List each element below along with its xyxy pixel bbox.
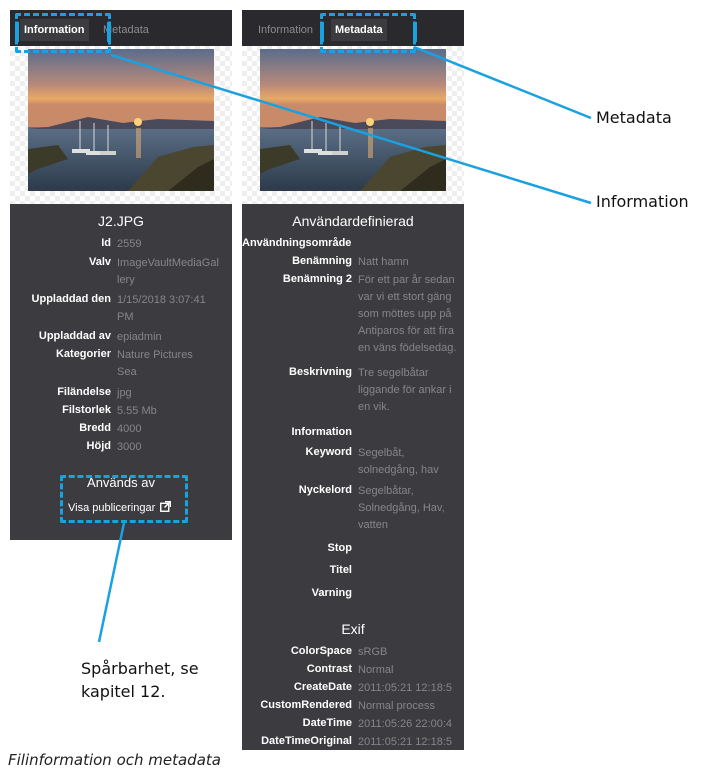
createdate-label: CreateDate [293,681,352,693]
annotation-sparbarhet-line2: kapitel 12. [81,682,166,701]
colorspace-label: ColorSpace [290,645,352,657]
colorspace-value: sRGB [358,646,388,658]
bredd-value: 4000 [117,423,142,435]
datetimeoriginal-value: 2011:05:21 12:18:5 [358,736,452,748]
contrast-label: Contrast [306,663,352,675]
varning-label: Varning [311,587,352,599]
benamning-2-value: För ett par år sedan var vi ett stort gä… [358,274,457,354]
sunset-thumbnail[interactable] [28,49,214,191]
titel-label: Titel [329,564,352,576]
customrendered-value: Normal process [358,700,436,712]
callout-marker [15,22,19,42]
figure-caption: Filinformation och metadata [8,751,221,769]
keyword-label: Keyword [305,446,352,458]
metadata-tab-callout [320,13,416,53]
filandelse-label: Filändelse [57,386,111,398]
contrast-value: Normal [358,664,394,676]
callout-marker [320,22,324,42]
sunset-thumbnail[interactable] [260,49,446,191]
filstorlek-value: 5.55 Mb [117,405,157,417]
beskrivning-label: Beskrivning [289,366,352,378]
thumbnail-frame [242,46,464,204]
tab-information[interactable]: Information [254,19,317,41]
benamning-label: Benämning [292,255,352,267]
annotation-sparbarhet-line1: Spårbarhet, se [81,659,199,678]
valv-label: Valv [88,256,111,268]
kategorier-value: Nature Pictures Sea [117,349,193,378]
hojd-label: Höjd [86,440,111,452]
id-label: Id [101,237,111,249]
datetime-value: 2011:05:26 22:00:4 [358,718,452,730]
valv-value: ImageVaultMediaGal lery [117,257,219,286]
file-title: J2.JPG [98,213,144,229]
uppladdad-av-value: epiadmin [117,331,162,343]
section-exif: Exif [341,621,365,637]
annotation-information: Information [596,192,689,211]
bredd-label: Bredd [79,422,111,434]
filstorlek-label: Filstorlek [62,404,111,416]
datetime-label: DateTime [302,717,352,729]
hojd-value: 3000 [117,441,142,453]
stop-label: Stop [327,542,352,554]
nyckelord-value: Segelbåtar, Solnedgång, Hav, vatten [358,485,445,531]
anvandningsomrade-label: Användningsområde [242,237,352,249]
uppladdad-av-label: Uppladdad av [38,330,111,342]
beskrivning-value: Tre segelbåtar liggande för ankar i en v… [358,367,452,413]
section-anvandardefinierad: Användardefinierad [292,213,414,229]
uppladdad-den-value: 1/15/2018 3:07:41 PM [117,294,206,323]
information-tab-callout [15,13,111,53]
thumbnail-frame [10,46,232,204]
id-value: 2559 [117,238,142,250]
metadata-panel: Information Metadata Användardefinierad … [242,10,464,750]
kategorier-label: Kategorier [55,348,111,360]
callout-marker [107,22,111,42]
benamning-value: Natt hamn [358,256,409,268]
uppladdad-den-label: Uppladdad den [31,293,111,305]
info-panel: Information Metadata J2.JPG Id 2559 Valv… [10,10,232,540]
nyckelord-label: Nyckelord [298,484,352,496]
anvands-av-callout [60,475,188,523]
filandelse-value: jpg [117,387,132,399]
annotation-metadata: Metadata [596,108,672,127]
createdate-value: 2011:05:21 12:18:5 [358,682,452,694]
datetimeoriginal-label: DateTimeOriginal [261,735,352,747]
customrendered-label: CustomRendered [260,699,352,711]
benamning-2-label: Benämning 2 [282,273,352,285]
information-label: Information [291,426,353,438]
keyword-value: Segelbåt, solnedgång, hav [358,447,439,476]
callout-marker [413,22,417,42]
